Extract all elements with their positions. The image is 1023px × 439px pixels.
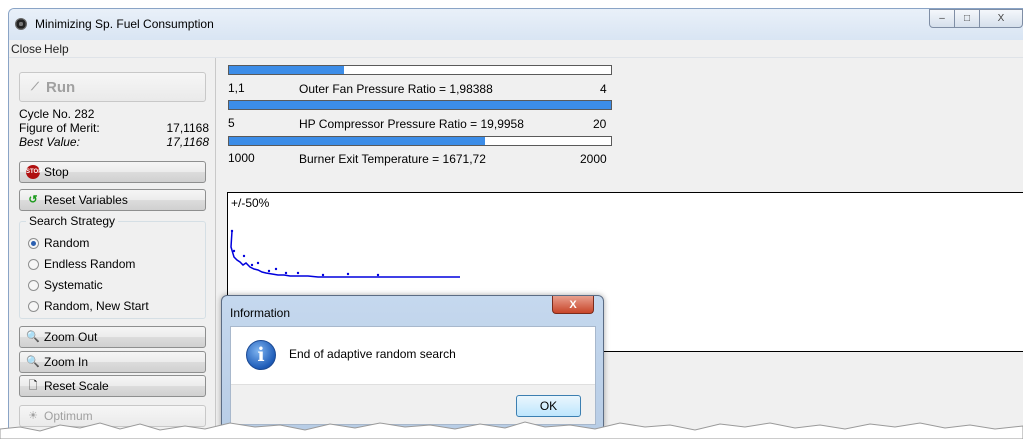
figure-of-merit-value: 17,1168	[166, 121, 210, 135]
radio-dot	[28, 279, 39, 291]
information-icon: i	[246, 340, 276, 370]
zoom-out-icon: 🔍	[26, 331, 40, 343]
compressor-pressure-min: 5	[228, 116, 235, 130]
trial-point	[250, 263, 254, 267]
reset-scale-label: Reset Scale	[44, 379, 109, 393]
radio-systematic-label: Systematic	[44, 278, 103, 292]
best-value-row: Best Value: 17,1168	[19, 135, 209, 149]
burner-temperature-label: Burner Exit Temperature = 1671,72	[299, 152, 486, 166]
stop-sign-icon: STOP	[26, 165, 42, 179]
radio-random[interactable]: Random	[28, 236, 89, 250]
stop-button[interactable]: STOP Stop	[19, 161, 206, 183]
radio-random-new-start-label: Random, New Start	[44, 299, 149, 313]
search-strategy-title: Search Strategy	[26, 214, 119, 228]
radio-random-new-start[interactable]: Random, New Start	[28, 299, 149, 313]
trial-point	[284, 271, 288, 275]
radio-dot	[28, 258, 39, 270]
dialog-title: Information	[230, 306, 291, 320]
radio-dot	[28, 300, 39, 312]
menu-help[interactable]: Help	[44, 42, 69, 56]
run-button[interactable]: ⟋ Run	[19, 72, 206, 102]
run-label: Run	[46, 78, 76, 96]
trial-point	[321, 273, 325, 277]
trial-point	[376, 273, 380, 277]
close-window-button[interactable]: X	[979, 9, 1023, 28]
best-value-value: 17,1168	[166, 135, 210, 149]
burner-temperature-bar	[228, 136, 612, 146]
burner-temperature-fill	[229, 137, 485, 145]
dialog-close-button[interactable]: X	[552, 296, 594, 314]
torn-edge-decoration	[0, 421, 1023, 439]
fan-pressure-fill	[229, 66, 344, 74]
zoom-in-button[interactable]: 🔍 Zoom In	[19, 351, 206, 373]
radio-endless-random[interactable]: Endless Random	[28, 257, 135, 271]
zoom-in-icon: 🔍	[26, 356, 40, 368]
trial-point	[230, 229, 234, 233]
radio-endless-random-label: Endless Random	[44, 257, 136, 271]
minimize-button[interactable]: –	[929, 9, 955, 28]
zoom-out-label: Zoom Out	[44, 330, 98, 344]
trial-point	[242, 254, 246, 258]
run-icon: ⟋	[31, 81, 39, 93]
cycle-number: Cycle No. 282	[19, 107, 95, 121]
menu-close[interactable]: Close	[11, 42, 42, 56]
radio-random-label: Random	[44, 236, 90, 250]
dialog-body: i End of adaptive random search OK	[230, 326, 596, 425]
title-bar: Minimizing Sp. Fuel Consumption – □ X	[9, 9, 1023, 40]
reset-arrow-icon: ↺	[28, 194, 38, 206]
convergence-trace	[230, 230, 460, 278]
document-icon: 🗋	[28, 380, 38, 392]
trial-point	[296, 271, 300, 275]
fan-pressure-min: 1,1	[228, 81, 245, 95]
trial-point	[274, 267, 278, 271]
figure-of-merit-row: Figure of Merit: 17,1168	[19, 121, 209, 135]
reset-variables-label: Reset Variables	[44, 193, 128, 207]
best-value-label: Best Value:	[19, 135, 80, 149]
compressor-pressure-fill	[229, 101, 611, 109]
app-icon	[15, 18, 27, 30]
radio-systematic[interactable]: Systematic	[28, 278, 103, 292]
information-dialog: Information X i End of adaptive random s…	[221, 295, 604, 432]
reset-scale-button[interactable]: 🗋 Reset Scale	[19, 375, 206, 397]
menu-bar: Close Help	[9, 40, 1023, 58]
panel-divider	[215, 58, 216, 439]
burner-temperature-min: 1000	[228, 151, 255, 165]
fan-pressure-max: 4	[600, 82, 607, 96]
ok-button[interactable]: OK	[516, 395, 581, 417]
trial-point	[232, 249, 236, 253]
window-controls: – □ X	[929, 9, 1023, 29]
reset-variables-button[interactable]: ↺ Reset Variables	[19, 189, 206, 211]
fan-pressure-bar	[228, 65, 612, 75]
trial-point	[267, 269, 271, 273]
trial-point	[346, 272, 350, 276]
trial-point	[256, 261, 260, 265]
burner-temperature-max: 2000	[580, 152, 607, 166]
fan-pressure-label: Outer Fan Pressure Ratio = 1,98388	[299, 82, 493, 96]
dialog-message: End of adaptive random search	[289, 347, 456, 361]
zoom-out-button[interactable]: 🔍 Zoom Out	[19, 326, 206, 348]
maximize-button[interactable]: □	[954, 9, 980, 28]
compressor-pressure-label: HP Compressor Pressure Ratio = 19,9958	[299, 117, 524, 131]
radio-dot-selected	[28, 237, 39, 249]
search-strategy-group: Search Strategy Random Endless Random Sy…	[19, 214, 206, 319]
stop-label: Stop	[44, 165, 69, 179]
zoom-in-label: Zoom In	[44, 355, 89, 369]
compressor-pressure-bar	[228, 100, 612, 110]
window-title: Minimizing Sp. Fuel Consumption	[35, 17, 214, 31]
figure-of-merit-label: Figure of Merit:	[19, 121, 100, 135]
compressor-pressure-max: 20	[593, 117, 607, 131]
